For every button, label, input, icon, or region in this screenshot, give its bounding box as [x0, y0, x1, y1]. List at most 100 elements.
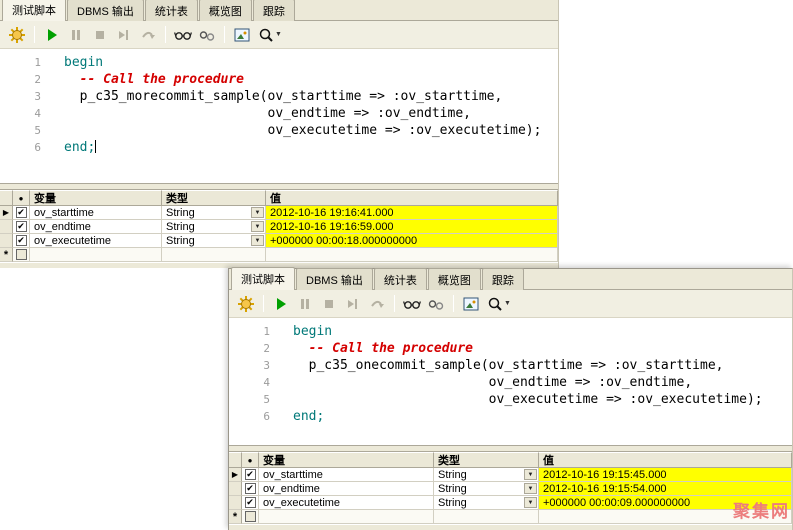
variable-row: ✔ ov_endtime String▼ 2012-10-16 19:16:59… — [0, 220, 558, 234]
variable-column-header: 变量 — [30, 190, 162, 206]
step-into-icon[interactable] — [113, 24, 135, 46]
tab-overview[interactable]: 概览图 — [199, 0, 252, 21]
line-number: 4 — [0, 105, 56, 122]
toggle-all-icon[interactable]: ● — [242, 452, 259, 468]
zoom-dropdown-icon[interactable]: ▼ — [275, 31, 282, 38]
result-window-icon[interactable] — [231, 24, 253, 46]
variable-row: ▶ ✔ ov_starttime String▼ 2012-10-16 19:1… — [229, 468, 792, 482]
type-cell[interactable] — [162, 248, 266, 262]
type-dropdown-icon[interactable]: ▼ — [251, 207, 264, 218]
view-glasses-icon[interactable] — [401, 293, 423, 315]
row-indicator: ▶ — [229, 468, 242, 482]
step-over-icon[interactable] — [366, 293, 388, 315]
type-dropdown-icon[interactable]: ▼ — [524, 497, 537, 508]
code-line: begin — [293, 323, 792, 340]
variable-cell[interactable]: ov_executetime — [30, 234, 162, 248]
type-cell[interactable]: String▼ — [162, 234, 266, 248]
break-icon[interactable] — [65, 24, 87, 46]
type-cell[interactable]: String▼ — [162, 220, 266, 234]
step-into-icon[interactable] — [342, 293, 364, 315]
watch-rings-icon[interactable] — [425, 293, 447, 315]
run-icon[interactable] — [270, 293, 292, 315]
line-number-gutter: 1 2 3 4 5 6 — [229, 318, 285, 445]
type-dropdown-icon[interactable]: ▼ — [524, 469, 537, 480]
value-cell[interactable]: 2012-10-16 19:16:59.000 — [266, 220, 558, 234]
type-cell[interactable]: String▼ — [434, 468, 539, 482]
checkbox[interactable]: ✔ — [16, 207, 27, 218]
zoom-magnifier-icon[interactable]: ▼ — [484, 293, 514, 315]
test-script-window-morecommit: 测试脚本 DBMS 输出 统计表 概览图 跟踪 — [0, 0, 559, 268]
splitter[interactable] — [0, 183, 558, 190]
tab-trace[interactable]: 跟踪 — [482, 268, 524, 290]
result-window-icon[interactable] — [460, 293, 482, 315]
checkbox[interactable]: ✔ — [245, 469, 256, 480]
checkbox[interactable] — [245, 511, 256, 522]
execute-gear-icon[interactable] — [6, 24, 28, 46]
checkbox[interactable]: ✔ — [16, 221, 27, 232]
status-strip — [229, 524, 792, 530]
tab-dbms-output[interactable]: DBMS 输出 — [67, 0, 144, 21]
splitter[interactable] — [229, 445, 792, 452]
tab-trace[interactable]: 跟踪 — [253, 0, 295, 21]
zoom-magnifier-icon[interactable]: ▼ — [255, 24, 285, 46]
row-checkbox-cell: ✔ — [242, 468, 259, 482]
line-number: 3 — [229, 357, 285, 374]
value-cell[interactable]: 2012-10-16 19:15:45.000 — [539, 468, 792, 482]
variable-cell[interactable]: ov_endtime — [30, 220, 162, 234]
code-line: end; — [64, 139, 558, 156]
toolbar: ▼ — [0, 21, 558, 49]
execute-gear-icon[interactable] — [235, 293, 257, 315]
code-editor[interactable]: 1 2 3 4 5 6 begin -- Call the procedure … — [0, 49, 558, 183]
type-dropdown-icon[interactable]: ▼ — [251, 235, 264, 246]
test-script-window-onecommit: 测试脚本 DBMS 输出 统计表 概览图 跟踪 — [228, 268, 793, 530]
variable-row: ✔ ov_executetime String▼ +000000 00:00:0… — [229, 496, 792, 510]
code-line: ov_executetime => :ov_executetime); — [293, 391, 792, 408]
tab-dbms-output[interactable]: DBMS 输出 — [296, 268, 373, 290]
tab-statistics[interactable]: 统计表 — [374, 268, 427, 290]
value-cell[interactable]: +000000 00:00:18.000000000 — [266, 234, 558, 248]
break-icon[interactable] — [294, 293, 316, 315]
tab-overview[interactable]: 概览图 — [428, 268, 481, 290]
checkbox[interactable] — [16, 249, 27, 260]
code-line: ov_endtime => :ov_endtime, — [293, 374, 792, 391]
step-over-icon[interactable] — [137, 24, 159, 46]
code-area[interactable]: begin -- Call the procedure p_c35_moreco… — [56, 49, 558, 183]
checkbox[interactable]: ✔ — [245, 483, 256, 494]
variable-cell[interactable]: ov_starttime — [30, 206, 162, 220]
value-cell[interactable]: 2012-10-16 19:16:41.000 — [266, 206, 558, 220]
variable-cell[interactable] — [259, 510, 434, 524]
variable-row: ✔ ov_executetime String▼ +000000 00:00:1… — [0, 234, 558, 248]
tab-test-script[interactable]: 测试脚本 — [2, 0, 66, 21]
type-cell[interactable]: String▼ — [162, 206, 266, 220]
type-cell[interactable]: String▼ — [434, 482, 539, 496]
watch-rings-icon[interactable] — [196, 24, 218, 46]
code-editor[interactable]: 1 2 3 4 5 6 begin -- Call the procedure … — [229, 318, 792, 445]
type-cell[interactable]: String▼ — [434, 496, 539, 510]
variable-cell[interactable]: ov_endtime — [259, 482, 434, 496]
variable-cell[interactable]: ov_starttime — [259, 468, 434, 482]
variable-cell[interactable] — [30, 248, 162, 262]
checkbox[interactable]: ✔ — [245, 497, 256, 508]
stop-icon[interactable] — [318, 293, 340, 315]
toggle-all-icon[interactable]: ● — [13, 190, 30, 206]
code-area[interactable]: begin -- Call the procedure p_c35_onecom… — [285, 318, 792, 445]
line-number-gutter: 1 2 3 4 5 6 — [0, 49, 56, 183]
type-cell[interactable] — [434, 510, 539, 524]
checkbox[interactable]: ✔ — [16, 235, 27, 246]
tab-test-script[interactable]: 测试脚本 — [231, 267, 295, 290]
row-indicator — [0, 234, 13, 248]
code-line: begin — [64, 54, 558, 71]
tab-statistics[interactable]: 统计表 — [145, 0, 198, 21]
type-dropdown-icon[interactable]: ▼ — [251, 221, 264, 232]
variable-cell[interactable]: ov_executetime — [259, 496, 434, 510]
run-icon[interactable] — [41, 24, 63, 46]
type-column-header: 类型 — [434, 452, 539, 468]
stop-icon[interactable] — [89, 24, 111, 46]
value-cell[interactable] — [266, 248, 558, 262]
variable-column-header: 变量 — [259, 452, 434, 468]
zoom-dropdown-icon[interactable]: ▼ — [504, 300, 511, 307]
type-dropdown-icon[interactable]: ▼ — [524, 483, 537, 494]
variable-row: ✔ ov_endtime String▼ 2012-10-16 19:15:54… — [229, 482, 792, 496]
value-cell[interactable]: 2012-10-16 19:15:54.000 — [539, 482, 792, 496]
view-glasses-icon[interactable] — [172, 24, 194, 46]
